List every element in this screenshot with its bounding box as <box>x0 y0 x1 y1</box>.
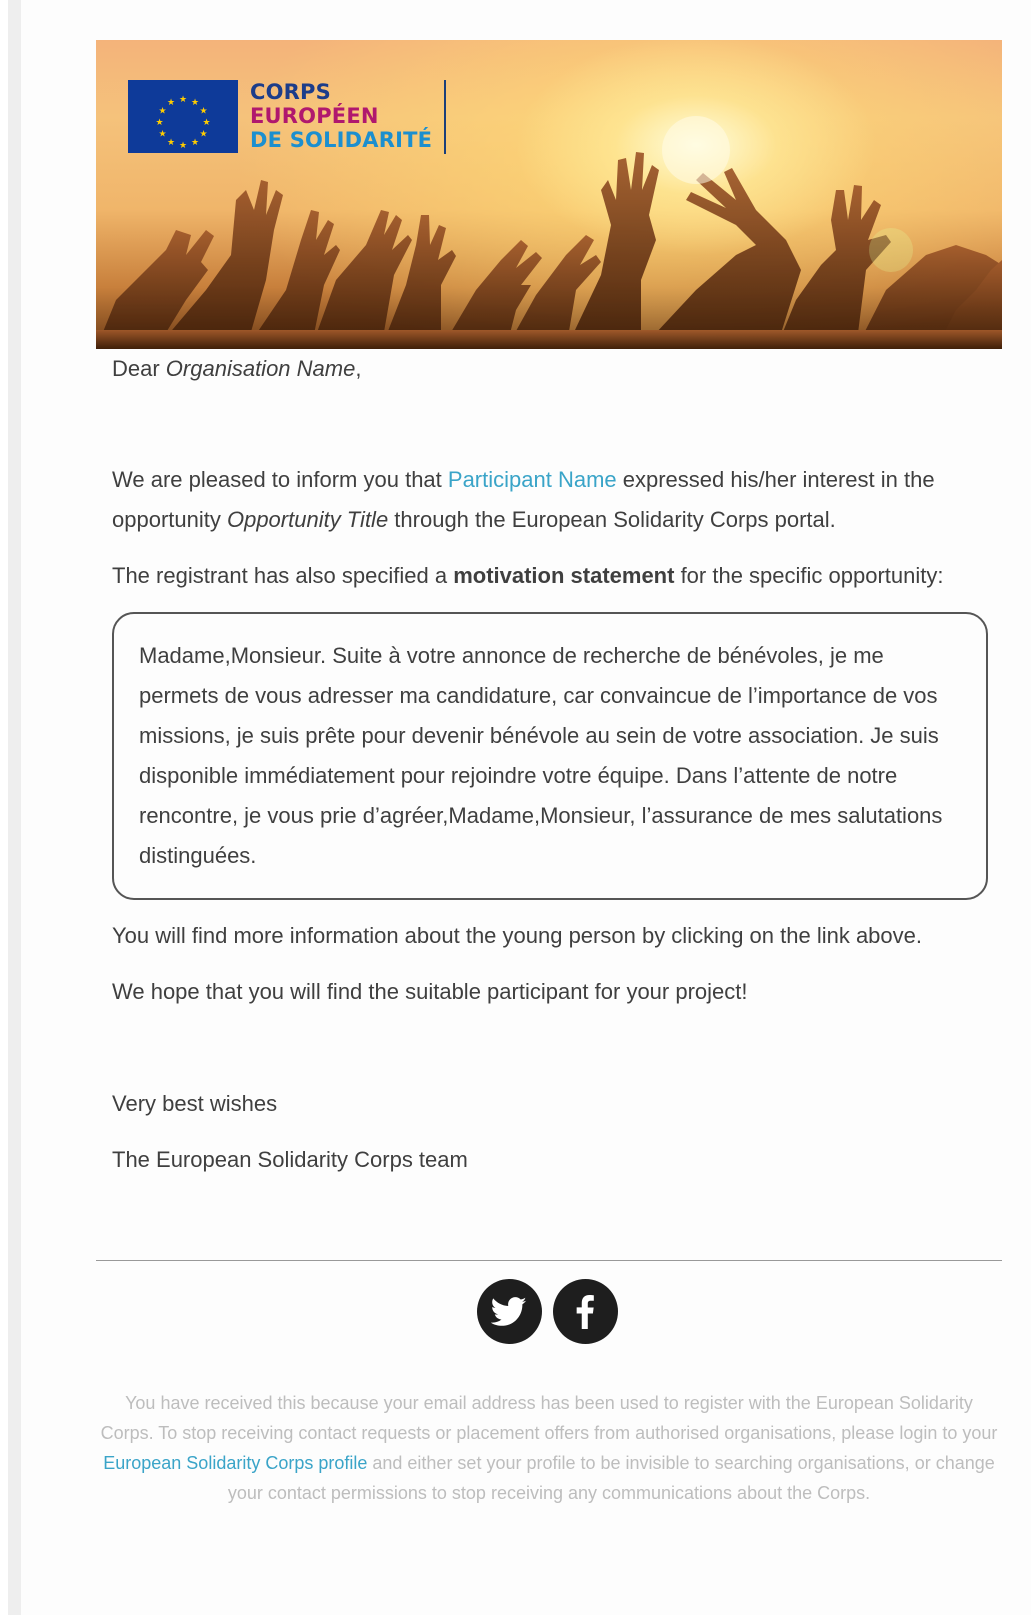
twitter-icon <box>491 1296 527 1326</box>
header-banner: ★ ★ ★ ★ ★ ★ ★ ★ ★ ★ ★ ★ CORPS EUROPÉEN D… <box>96 40 1002 349</box>
logo-line-solidarite: DE SOLIDARITÉ <box>250 128 433 152</box>
interest-paragraph: We are pleased to inform you that Partic… <box>112 460 986 540</box>
email-body: ★ ★ ★ ★ ★ ★ ★ ★ ★ ★ ★ ★ CORPS EUROPÉEN D… <box>96 40 1002 1526</box>
disclaimer-text-start: You have received this because your emai… <box>100 1393 998 1443</box>
svg-text:★: ★ <box>199 130 207 140</box>
svg-text:★: ★ <box>199 107 207 117</box>
organisation-name: Organisation Name <box>165 356 356 381</box>
esc-logo: ★ ★ ★ ★ ★ ★ ★ ★ ★ ★ ★ ★ CORPS EUROPÉEN D… <box>128 80 447 154</box>
email-content: Dear Organisation Name, We are pleased t… <box>96 349 1002 1180</box>
svg-text:★: ★ <box>191 138 199 148</box>
participant-name-link[interactable]: Participant Name <box>448 467 617 492</box>
motivation-intro: The registrant has also specified a moti… <box>112 556 986 596</box>
facebook-icon <box>576 1294 594 1329</box>
logo-line-europeen: EUROPÉEN <box>250 104 379 128</box>
interest-text-start: We are pleased to inform you that <box>112 467 448 492</box>
twitter-button[interactable] <box>476 1279 542 1344</box>
greeting-prefix: Dear <box>112 356 166 381</box>
greeting-suffix: , <box>355 356 362 381</box>
interest-text-end: through the European Solidarity Corps po… <box>388 507 836 532</box>
footer-disclaimer: You have received this because your emai… <box>96 1388 1002 1508</box>
esc-profile-link[interactable]: European Solidarity Corps profile <box>103 1453 367 1473</box>
svg-text:★: ★ <box>191 98 199 108</box>
eu-flag-icon: ★ ★ ★ ★ ★ ★ ★ ★ ★ ★ ★ ★ <box>128 80 238 153</box>
opportunity-title: Opportunity Title <box>226 507 389 532</box>
logo-wordmark: CORPS EUROPÉEN DE SOLIDARITÉ <box>250 80 447 154</box>
svg-text:★: ★ <box>155 118 163 128</box>
more-info-paragraph: You will find more information about the… <box>112 923 923 948</box>
svg-text:★: ★ <box>158 107 166 117</box>
svg-text:★: ★ <box>167 138 175 148</box>
email-canvas: ★ ★ ★ ★ ★ ★ ★ ★ ★ ★ ★ ★ CORPS EUROPÉEN D… <box>21 0 1031 1615</box>
svg-text:★: ★ <box>202 118 210 128</box>
svg-text:★: ★ <box>179 141 187 151</box>
signature: The European Solidarity Corps team <box>112 1147 468 1172</box>
facebook-button[interactable] <box>552 1279 618 1344</box>
motivation-statement-box: Madame,Monsieur. Suite à votre annonce d… <box>112 612 988 900</box>
motivation-intro-end: for the specific opportunity: <box>674 563 944 588</box>
footer-divider <box>96 1260 1002 1261</box>
greeting: Dear Organisation Name, <box>112 349 986 389</box>
svg-text:★: ★ <box>167 98 175 108</box>
hope-paragraph: We hope that you will find the suitable … <box>112 979 748 1004</box>
svg-text:★: ★ <box>179 95 187 105</box>
closing: Very best wishes <box>112 1091 278 1116</box>
motivation-statement-label: motivation statement <box>453 563 675 588</box>
left-rail <box>8 0 21 1615</box>
svg-text:★: ★ <box>158 130 166 140</box>
logo-line-corps: CORPS <box>250 80 331 104</box>
motivation-intro-start: The registrant has also specified a <box>112 563 454 588</box>
social-links <box>92 1279 1002 1344</box>
